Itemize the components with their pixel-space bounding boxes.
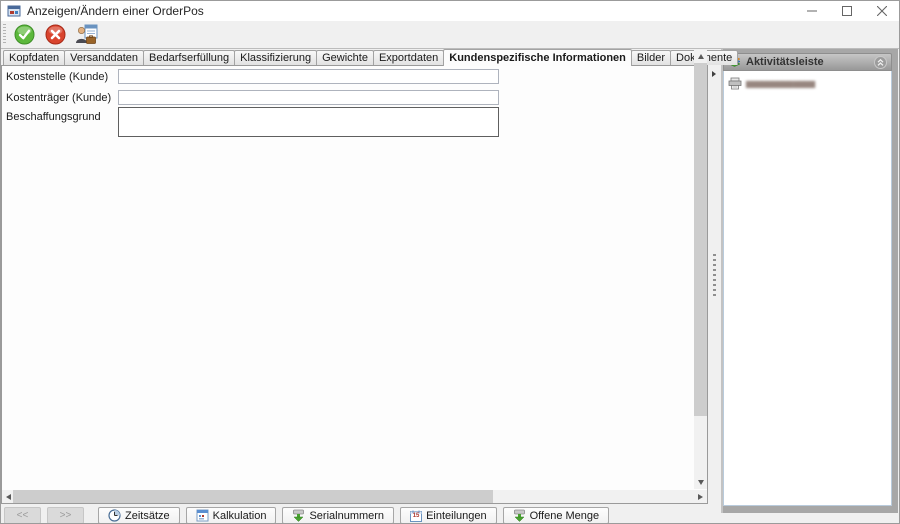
activity-sidebar: Aktivitätsleiste ▆▆▆▆▆▆▆▆▆ ▆▆▆▆ xyxy=(721,49,898,513)
tab-bedarfserfuellung[interactable]: Bedarfserfüllung xyxy=(143,50,235,65)
calendar-day-number: 15 xyxy=(410,513,422,520)
kostentraeger-input[interactable] xyxy=(118,90,499,105)
close-icon xyxy=(877,6,887,16)
kostenstelle-input[interactable] xyxy=(118,69,499,84)
nav-prev-button[interactable]: << xyxy=(4,507,41,524)
beschaffungsgrund-label: Beschaffungsgrund xyxy=(6,111,101,123)
kalkulation-button[interactable]: Kalkulation xyxy=(186,507,277,524)
kalkulation-label: Kalkulation xyxy=(213,510,267,522)
box-green-arrow-icon xyxy=(513,509,526,522)
scroll-right-button[interactable] xyxy=(694,490,707,503)
clock-icon xyxy=(108,509,121,522)
splitter-expand-right-button[interactable] xyxy=(712,70,718,78)
tab-content-panel: Kostenstelle (Kunde) Kostenträger (Kunde… xyxy=(1,65,708,504)
customer-info-button[interactable] xyxy=(74,23,98,46)
tab-versanddaten[interactable]: Versanddaten xyxy=(64,50,144,65)
app-icon xyxy=(7,4,21,18)
scroll-up-icon xyxy=(698,54,704,59)
kostentraeger-label: Kostenträger (Kunde) xyxy=(6,92,111,104)
vertical-scrollbar[interactable] xyxy=(694,50,707,489)
x-circle-icon xyxy=(45,24,66,45)
maximize-icon xyxy=(842,6,852,16)
box-green-arrow-icon xyxy=(292,509,305,522)
sidebar-splitter[interactable] xyxy=(708,49,721,513)
activity-list-item[interactable]: ▆▆▆▆▆▆▆▆▆ ▆▆▆▆ xyxy=(728,77,887,90)
horizontal-scrollbar-thumb[interactable] xyxy=(13,490,493,503)
activity-item-label-redacted: ▆▆▆▆▆▆▆▆▆ ▆▆▆▆ xyxy=(746,79,814,88)
scroll-down-button[interactable] xyxy=(694,476,707,489)
scroll-down-icon xyxy=(698,480,704,485)
tab-bilder[interactable]: Bilder xyxy=(631,50,671,65)
horizontal-scrollbar[interactable] xyxy=(2,490,707,503)
footer-button-bar: << >> Zeitsätze Kalkulation xyxy=(4,507,609,524)
splitter-grip[interactable] xyxy=(713,254,716,298)
cancel-button[interactable] xyxy=(43,23,67,46)
einteilungen-label: Einteilungen xyxy=(426,510,487,522)
activity-sidebar-title: Aktivitätsleiste xyxy=(746,56,824,68)
chevron-double-up-icon xyxy=(876,58,885,67)
toolbar xyxy=(1,21,899,49)
scroll-up-button[interactable] xyxy=(694,50,707,63)
zeitsaetze-label: Zeitsätze xyxy=(125,510,170,522)
tab-exportdaten[interactable]: Exportdaten xyxy=(373,50,444,65)
titlebar: Anzeigen/Ändern einer OrderPos xyxy=(1,1,899,21)
tab-strip: Kopfdaten Versanddaten Bedarfserfüllung … xyxy=(2,49,737,65)
arrow-right-icon xyxy=(712,71,716,77)
vertical-scrollbar-thumb[interactable] xyxy=(694,63,707,416)
tab-gewichte[interactable]: Gewichte xyxy=(316,50,374,65)
tab-klassifizierung[interactable]: Klassifizierung xyxy=(234,50,317,65)
offene-menge-button[interactable]: Offene Menge xyxy=(503,507,610,524)
window-title: Anzeigen/Ändern einer OrderPos xyxy=(27,4,204,18)
serialnummern-button[interactable]: Serialnummern xyxy=(282,507,394,524)
app-window: Anzeigen/Ändern einer OrderPos xyxy=(0,0,900,524)
sidebar-collapse-button[interactable] xyxy=(874,56,887,69)
nav-next-button[interactable]: >> xyxy=(47,507,84,524)
activity-sidebar-body: ▆▆▆▆▆▆▆▆▆ ▆▆▆▆ xyxy=(723,71,892,506)
minimize-icon xyxy=(807,6,817,16)
offene-menge-label: Offene Menge xyxy=(530,510,600,522)
tab-kundenspezifische-informationen[interactable]: Kundenspezifische Informationen xyxy=(443,49,632,66)
minimize-button[interactable] xyxy=(794,1,829,21)
calc-window-icon xyxy=(196,509,209,522)
confirm-button[interactable] xyxy=(12,23,36,46)
zeitsaetze-button[interactable]: Zeitsätze xyxy=(98,507,180,524)
scroll-left-icon xyxy=(6,494,11,500)
check-circle-icon xyxy=(14,24,35,45)
scroll-right-icon xyxy=(698,494,703,500)
calendar-icon: 15 xyxy=(410,510,422,522)
person-briefcase-icon xyxy=(75,24,98,45)
kostenstelle-label: Kostenstelle (Kunde) xyxy=(6,71,108,83)
printer-icon xyxy=(728,77,742,90)
serialnummern-label: Serialnummern xyxy=(309,510,384,522)
einteilungen-button[interactable]: 15 Einteilungen xyxy=(400,507,497,524)
toolbar-grip[interactable] xyxy=(3,24,6,45)
beschaffungsgrund-textarea[interactable] xyxy=(118,107,499,137)
maximize-button[interactable] xyxy=(829,1,864,21)
activity-sidebar-header[interactable]: Aktivitätsleiste xyxy=(723,53,892,71)
window-controls xyxy=(794,1,899,21)
tab-kopfdaten[interactable]: Kopfdaten xyxy=(3,50,65,65)
close-button[interactable] xyxy=(864,1,899,21)
